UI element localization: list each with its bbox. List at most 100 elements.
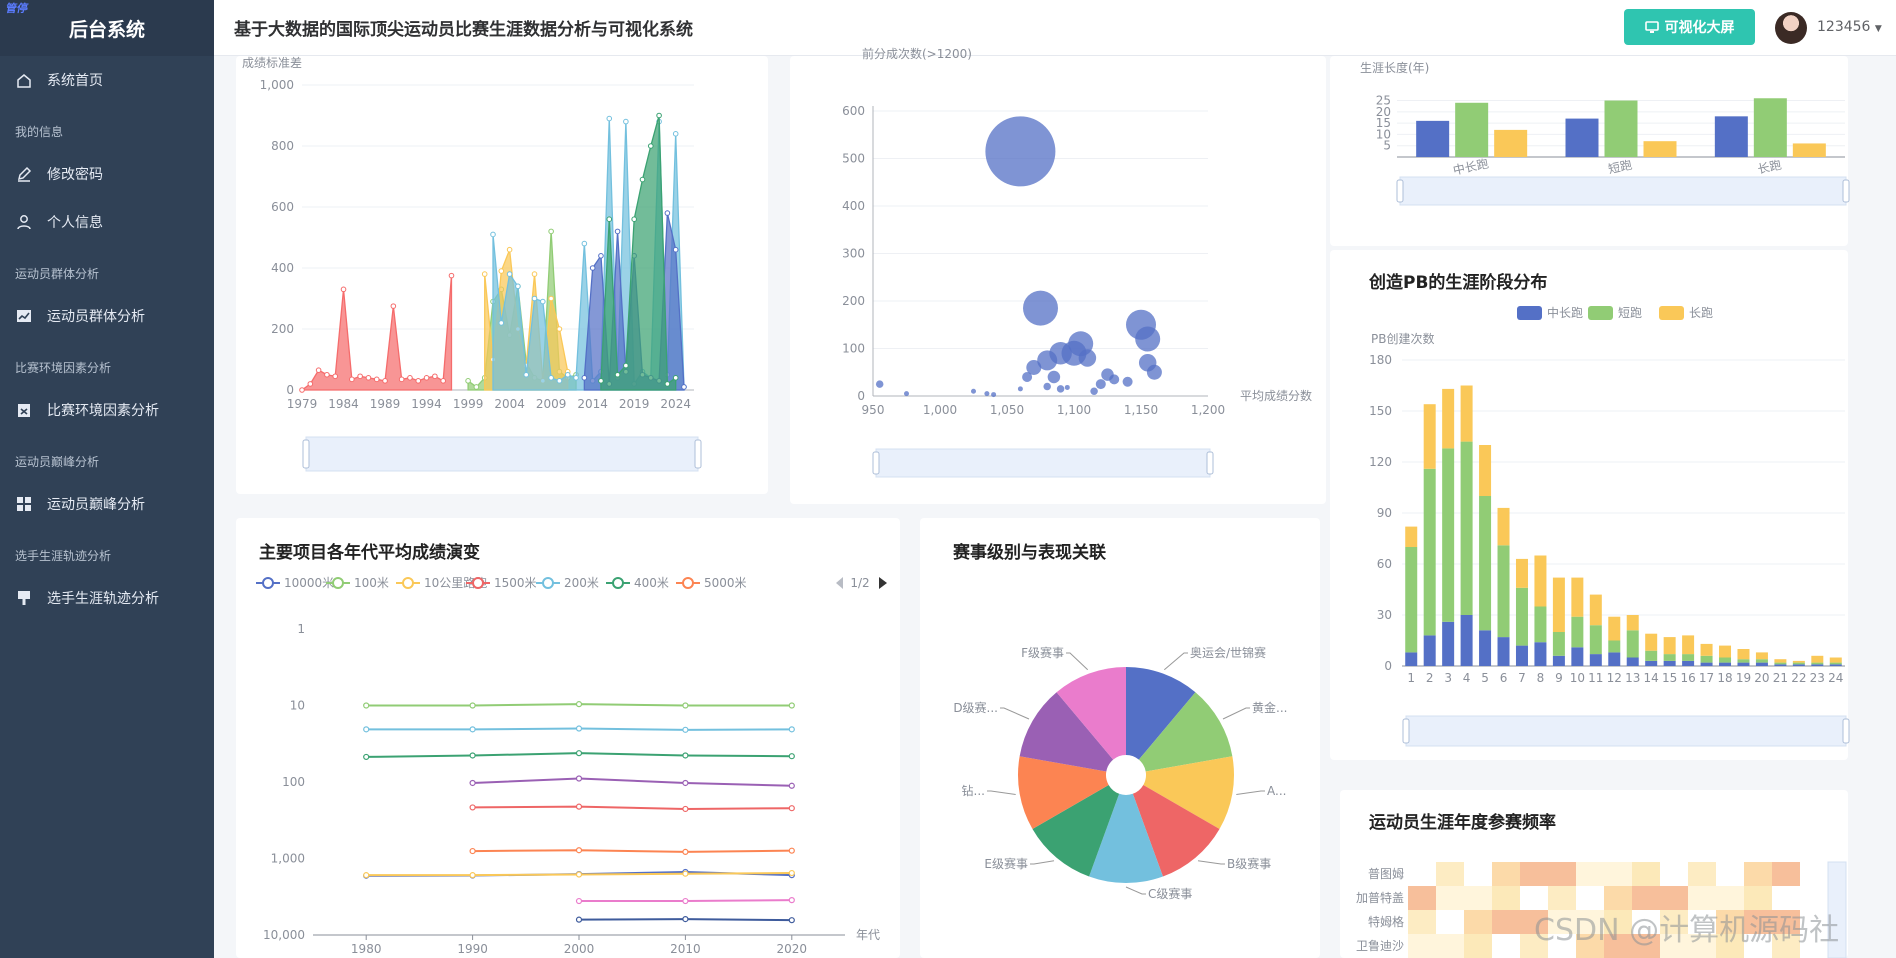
pb-bar [1737, 649, 1750, 660]
bubble-point [991, 392, 997, 398]
heatmap-cell [1492, 862, 1520, 886]
pb-bar [1774, 664, 1787, 666]
area-xtick: 1994 [411, 397, 442, 411]
pb-bar [1608, 652, 1621, 666]
decade-point [575, 916, 583, 923]
pb-legend-label: 长跑 [1689, 306, 1713, 320]
area-point [598, 253, 604, 259]
decade-point [788, 897, 795, 904]
area-point [490, 231, 496, 238]
career-bar [1455, 102, 1489, 157]
decade-series-4 [472, 805, 792, 810]
area-point [664, 210, 671, 216]
pb-bar [1479, 496, 1492, 631]
pb-bar [1645, 660, 1658, 666]
pb-bar [1442, 621, 1455, 666]
pb-bar [1811, 664, 1824, 666]
pb-bar [1829, 662, 1842, 665]
area-point [556, 378, 563, 384]
area-point [432, 373, 438, 380]
legend-page-indicator: 1/2 [850, 576, 869, 590]
area-point [672, 375, 679, 381]
area-point [390, 303, 397, 309]
area-point [623, 362, 629, 369]
area-point [382, 378, 388, 384]
career-xtick: 长跑 [1756, 158, 1782, 177]
bubble-point [1043, 382, 1051, 391]
decade-legend-label: 200米 [564, 576, 599, 590]
pb-bar [1626, 657, 1639, 666]
heatmap-cell [1464, 910, 1492, 934]
rose-label: C级赛事 [1148, 886, 1192, 901]
decade-point [682, 870, 689, 877]
pb-bar [1719, 657, 1732, 663]
pb-legend-label: 短跑 [1618, 306, 1642, 320]
area-point [606, 115, 613, 122]
area-point [614, 371, 621, 378]
decade-legend-marker [612, 577, 624, 589]
decade-point [682, 702, 689, 709]
area-xtick: 2009 [536, 397, 567, 411]
pb-xtick: 17 [1699, 671, 1714, 685]
decade-point [469, 752, 476, 759]
pb-bar [1497, 507, 1510, 546]
decade-xtick: 2020 [777, 942, 808, 956]
career-ytick: 25 [1376, 94, 1391, 108]
heatmap-cell [1772, 862, 1800, 886]
decade-point [682, 848, 689, 856]
bubble-zoom-slider-handle-left [872, 451, 880, 475]
pb-bar [1700, 643, 1713, 656]
career-xtick: 中长跑 [1452, 156, 1490, 178]
bubble-ytick: 500 [842, 152, 865, 166]
area-point [672, 131, 679, 137]
area-point [373, 376, 380, 383]
rose-label-line [987, 790, 1016, 795]
area-point [556, 326, 563, 332]
area-point [299, 387, 305, 393]
bubble-xtick: 1,150 [1124, 403, 1158, 417]
pb-bar [1534, 642, 1547, 666]
pb-bar [1608, 640, 1621, 653]
decade-xtick: 2010 [670, 942, 701, 956]
pb-bar [1811, 662, 1824, 665]
bubble-ytick: 300 [842, 247, 865, 261]
pb-bar [1589, 625, 1602, 655]
pb-zoom-slider [1405, 715, 1847, 747]
heatmap-ylabel: 卫鲁迪沙 [1356, 939, 1404, 953]
bubble-ytick: 100 [842, 342, 865, 356]
heatmap-cell [1408, 886, 1436, 910]
pb-bar [1423, 468, 1436, 636]
pb-xtick: 19 [1736, 671, 1751, 685]
area-point [481, 271, 488, 277]
bubble-ytick: 400 [842, 199, 865, 213]
pb-xtick: 4 [1463, 671, 1471, 685]
pb-ytick: 60 [1377, 557, 1392, 571]
area-ytick: 200 [271, 322, 294, 336]
career-bar [1643, 141, 1677, 157]
bubble-xtick: 1,100 [1057, 403, 1091, 417]
pb-xtick: 13 [1625, 671, 1640, 685]
bubble-point [985, 116, 1056, 187]
rose-label-line [1125, 886, 1146, 895]
pb-bar [1645, 633, 1658, 651]
decade-point [575, 803, 583, 810]
bubble-point [1017, 386, 1023, 392]
rose-label: D级赛... [953, 700, 998, 715]
heatmap-cell [1436, 886, 1464, 910]
heatmap-cell [1744, 862, 1772, 886]
area-xtick: 1989 [370, 397, 401, 411]
pb-xtick: 16 [1680, 671, 1695, 685]
bubble-ytick: 0 [857, 389, 865, 403]
pb-xtick: 7 [1518, 671, 1526, 685]
pb-bar [1552, 577, 1565, 632]
area-point [672, 246, 679, 253]
decade-legend-marker [682, 577, 694, 589]
decade-point [788, 753, 795, 760]
pb-bar [1774, 662, 1787, 665]
rose-label-line [1066, 652, 1089, 671]
area-point [656, 112, 662, 119]
bubble-point [1090, 387, 1098, 395]
area-point [340, 286, 347, 293]
legend-prev-icon [836, 577, 843, 589]
pb-bar [1792, 660, 1805, 663]
